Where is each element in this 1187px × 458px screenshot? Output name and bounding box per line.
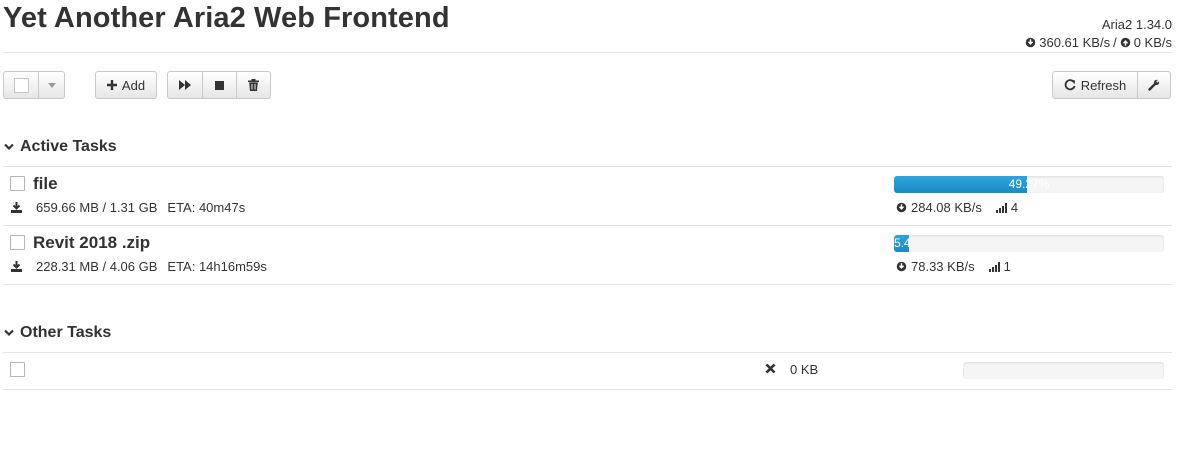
select-all-group (3, 71, 65, 99)
delete-button[interactable] (236, 71, 271, 99)
add-button[interactable]: Add (95, 71, 157, 99)
page-title: Yet Another Aria2 Web Frontend (3, 2, 450, 34)
task-size: 0 KB (790, 362, 819, 377)
task-name[interactable]: file (33, 174, 58, 194)
active-tasks-divider (3, 166, 1172, 167)
signal-icon (988, 261, 1000, 272)
task-connections: 1 (1003, 259, 1011, 274)
progress-label: 49.27% (1008, 177, 1050, 191)
select-all-checkbox-button[interactable] (3, 71, 39, 99)
select-all-checkbox[interactable] (13, 77, 29, 93)
task-progress-bar: 49.27% (894, 176, 1164, 193)
task-checkbox[interactable] (10, 362, 25, 377)
task-checkbox[interactable] (10, 176, 25, 191)
refresh-button[interactable]: Refresh (1052, 71, 1138, 99)
task-divider (3, 225, 1172, 226)
task-size: 659.66 MB / 1.31 GB (36, 200, 158, 215)
download-speed-icon (896, 261, 907, 272)
start-button[interactable] (167, 71, 203, 99)
trash-icon (248, 79, 259, 91)
task-divider (3, 389, 1172, 390)
task-speed: 78.33 KB/s (911, 259, 975, 274)
error-icon (765, 363, 776, 374)
settings-button[interactable] (1137, 71, 1171, 99)
other-tasks-header[interactable]: Other Tasks (4, 324, 111, 342)
upload-speed: 0 KB/s (1133, 35, 1172, 50)
task-divider (3, 284, 1172, 285)
task-eta: ETA: 14h16m59s (167, 259, 267, 274)
global-speed: 360.61 KB/s / 0 KB/s (1025, 35, 1172, 50)
plus-icon (106, 80, 117, 90)
active-tasks-title: Active Tasks (20, 138, 117, 155)
active-tasks-header[interactable]: Active Tasks (4, 138, 117, 156)
task-stats: 78.33 KB/s 1 (896, 259, 1011, 274)
refresh-button-label: Refresh (1080, 77, 1127, 93)
task-stats: 284.08 KB/s 4 (896, 200, 1018, 215)
task-meta: 228.31 MB / 4.06 GB ETA: 14h16m59s (11, 259, 267, 274)
chevron-down-icon (4, 143, 14, 151)
task-progress-bar (963, 362, 1164, 379)
task-name[interactable]: Revit 2018 .zip (33, 233, 150, 253)
refresh-icon (1064, 79, 1076, 91)
download-speed-icon (896, 202, 907, 213)
add-button-label: Add (121, 77, 146, 93)
task-checkbox[interactable] (10, 235, 25, 250)
download-speed: 360.61 KB/s (1039, 35, 1111, 50)
wrench-icon (1148, 79, 1160, 91)
other-tasks-title: Other Tasks (20, 324, 112, 341)
task-meta: 659.66 MB / 1.31 GB ETA: 40m47s (11, 200, 245, 215)
select-dropdown-button[interactable] (38, 71, 65, 99)
caret-down-icon (47, 82, 56, 88)
other-tasks-divider (3, 352, 1172, 353)
task-speed: 284.08 KB/s (911, 200, 982, 215)
progress-label: 5.4 (894, 236, 911, 250)
download-speed-icon (1025, 37, 1036, 48)
header-divider (3, 52, 1172, 53)
task-progress-bar: 5.4 (894, 235, 1164, 252)
download-icon (11, 261, 22, 272)
task-eta: ETA: 40m47s (167, 200, 246, 215)
signal-icon (995, 202, 1007, 213)
aria2-version: Aria2 1.34.0 (1101, 17, 1172, 32)
stop-button[interactable] (202, 71, 237, 99)
chevron-down-icon (4, 329, 14, 337)
upload-speed-icon (1120, 37, 1131, 48)
download-icon (11, 202, 22, 213)
task-actions-group (167, 71, 271, 99)
stop-icon (215, 80, 224, 90)
task-size: 228.31 MB / 4.06 GB (36, 259, 158, 274)
right-toolbar-group: Refresh (1052, 71, 1171, 99)
task-connections: 4 (1010, 200, 1019, 215)
speed-separator: / (1113, 35, 1117, 50)
fast-forward-icon (179, 80, 191, 90)
